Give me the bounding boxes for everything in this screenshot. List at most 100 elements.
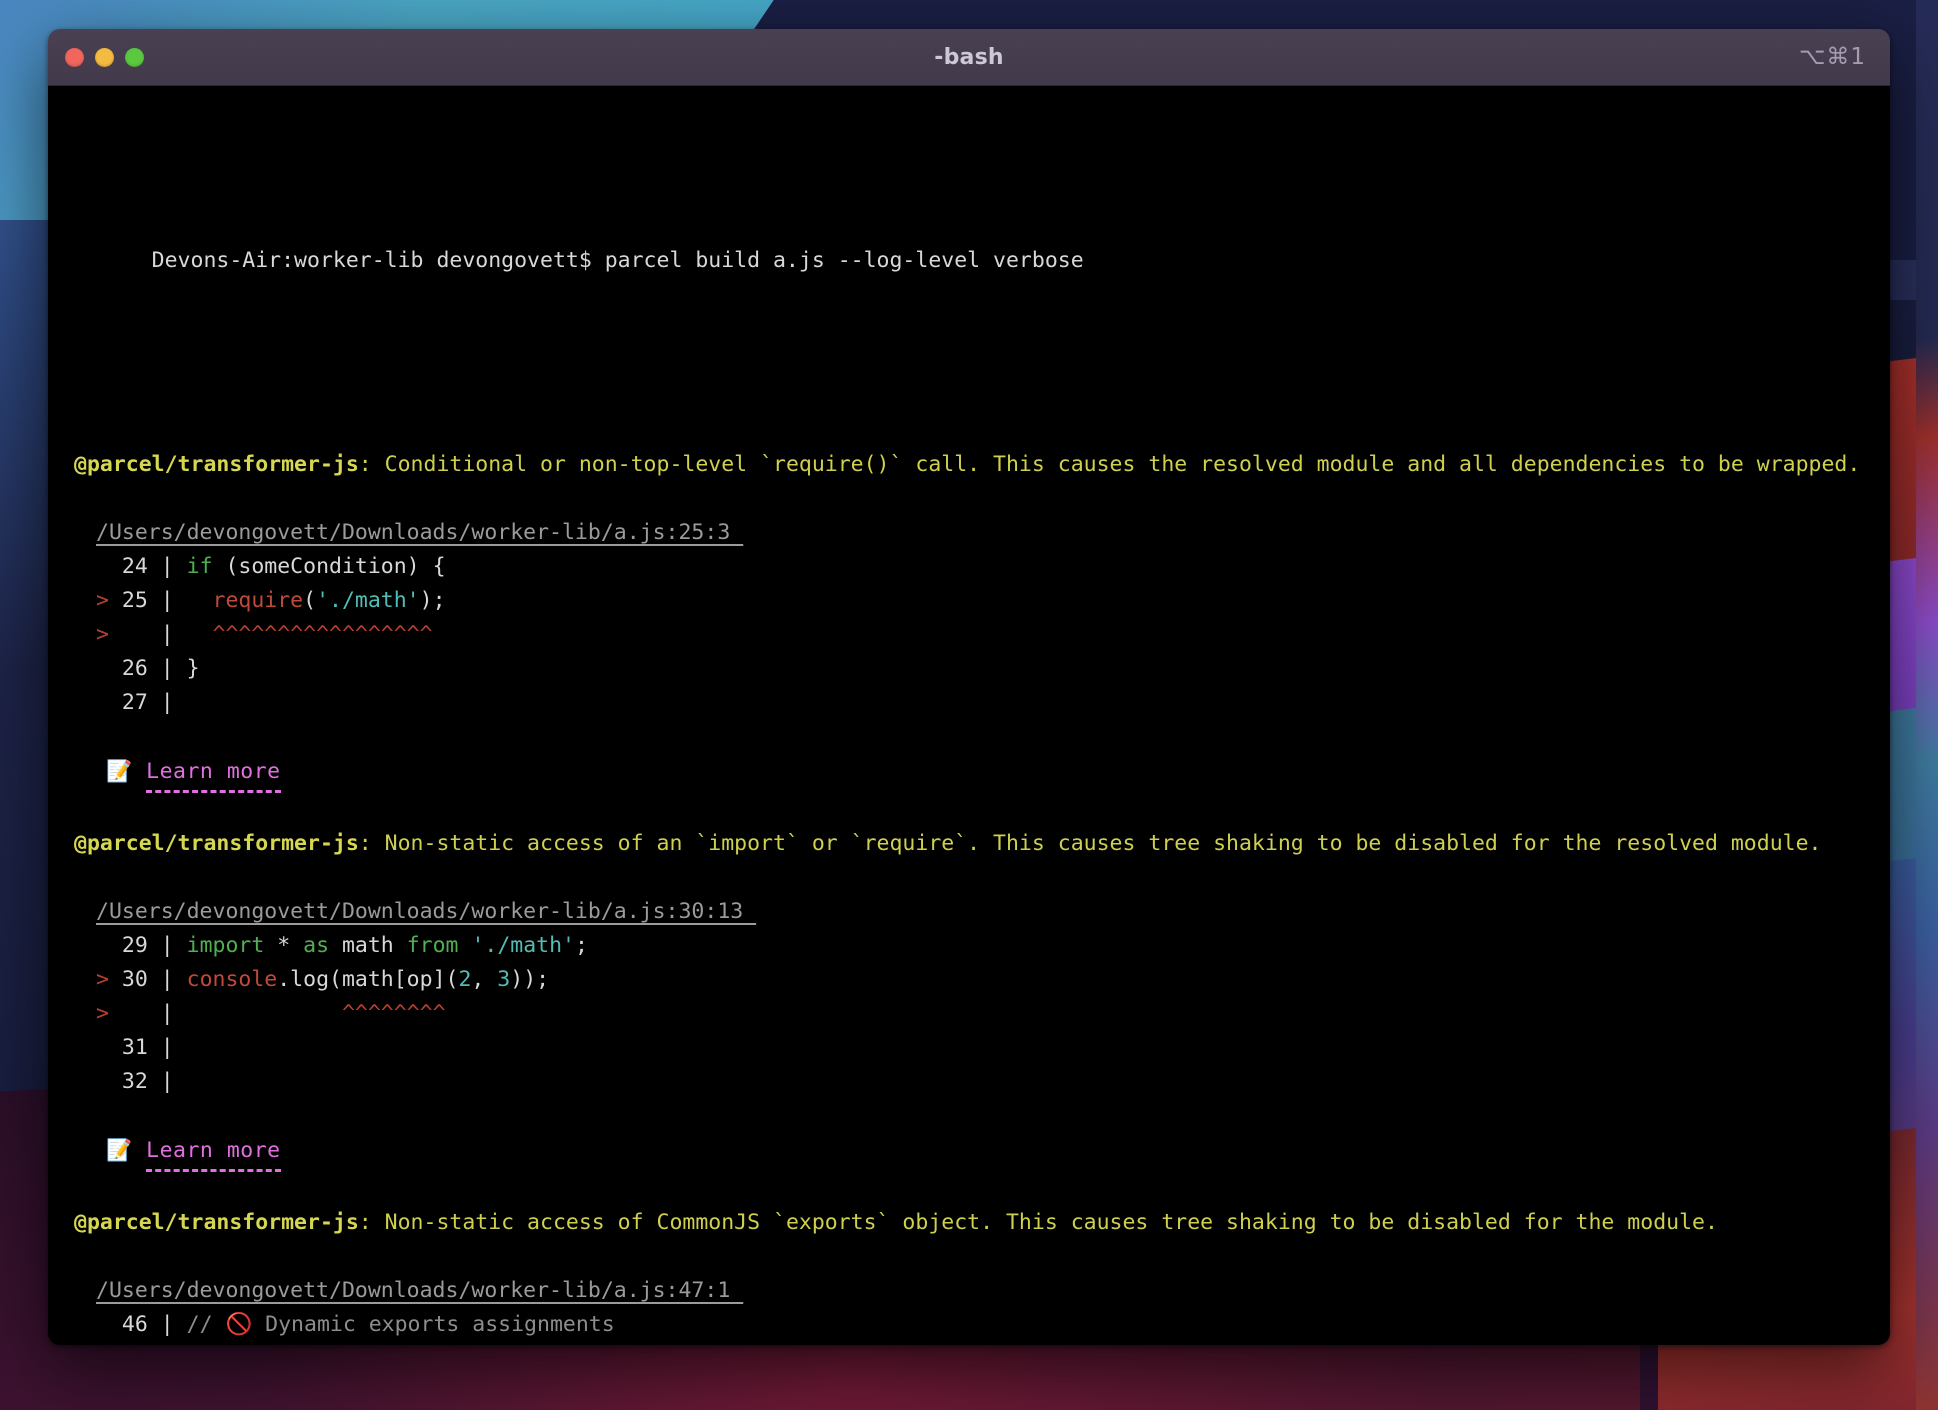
diagnostic-separator: : [359, 1210, 385, 1235]
code-token: ( [303, 588, 316, 613]
source-file-link[interactable]: /Users/devongovett/Downloads/worker-lib/… [96, 899, 756, 924]
code-line-marker: > [96, 588, 122, 613]
code-token: } [187, 656, 200, 681]
diagnostic-message: @parcel/transformer-js: Non-static acces… [74, 1206, 1864, 1240]
maximize-button-icon[interactable] [125, 48, 144, 67]
source-file-link[interactable]: /Users/devongovett/Downloads/worker-lib/… [96, 1278, 743, 1303]
code-line-marker: > [96, 967, 122, 992]
window-traffic-lights [65, 48, 144, 67]
code-token: 3 [497, 967, 510, 992]
code-token: math [329, 933, 407, 958]
code-token: import [187, 933, 265, 958]
code-token: ; [575, 933, 588, 958]
code-line-marker [96, 690, 122, 715]
code-token: )); [510, 967, 549, 992]
diagnostic-message: @parcel/transformer-js: Non-static acces… [74, 827, 1864, 861]
code-frame-line: 46 | // 🚫 Dynamic exports assignments [74, 1308, 1864, 1342]
code-token: as [303, 933, 329, 958]
code-token: './math' [471, 933, 575, 958]
spacer [74, 414, 1864, 448]
source-file-link-row: /Users/devongovett/Downloads/worker-lib/… [74, 1274, 1864, 1308]
code-token: require [213, 588, 304, 613]
minimize-button-icon[interactable] [95, 48, 114, 67]
code-frame-line: 27 | [74, 686, 1864, 720]
code-token: // 🚫 Dynamic exports assignments [187, 1312, 615, 1337]
code-token: ); [420, 588, 446, 613]
code-frame-line: 29 | import * as math from './math'; [74, 929, 1864, 963]
code-line-gutter-bar: | [148, 967, 187, 992]
code-frame-line: > 47 | exports[someVar] = 2; [74, 1342, 1864, 1345]
shell-command: parcel build a.js --log-level verbose [605, 248, 1084, 273]
code-token [458, 933, 471, 958]
code-line-gutter-bar: | [148, 554, 187, 579]
diagnostic-message-text: Non-static access of CommonJS `exports` … [385, 1210, 1718, 1235]
code-line-gutter-bar: | [148, 1069, 187, 1094]
window-titlebar[interactable]: -bash ⌥⌘1 [48, 29, 1890, 86]
terminal-window: -bash ⌥⌘1 Devons-Air:worker-lib devongov… [48, 29, 1890, 1345]
code-token: console [187, 967, 278, 992]
spacer [74, 861, 1864, 895]
learn-more-link[interactable]: Learn more [146, 755, 280, 793]
code-line-number: 29 [122, 933, 148, 958]
diagnostic-plugin-name: @parcel/transformer-js [74, 1210, 359, 1235]
diagnostic-separator: : [359, 831, 385, 856]
code-line-marker [96, 1312, 122, 1337]
code-frame-line: 32 | [74, 1065, 1864, 1099]
code-token: 2 [458, 967, 471, 992]
learn-more-row[interactable]: 📝 Learn more [74, 1133, 1864, 1172]
code-frame-line: 24 | if (someCondition) { [74, 550, 1864, 584]
source-file-link-row: /Users/devongovett/Downloads/worker-lib/… [74, 895, 1864, 929]
code-line-number: 32 [122, 1069, 148, 1094]
code-line-gutter-bar: | [148, 1035, 187, 1060]
code-token: './math' [316, 588, 420, 613]
code-line-number: 30 [122, 967, 148, 992]
code-line-number: 27 [122, 690, 148, 715]
code-frame-line: > 30 | console.log(math[op](2, 3)); [74, 963, 1864, 997]
spacer [74, 1172, 1864, 1206]
code-line-number: 31 [122, 1035, 148, 1060]
spacer [74, 793, 1864, 827]
code-frame-line: 31 | [74, 1031, 1864, 1065]
diagnostic-plugin-name: @parcel/transformer-js [74, 452, 359, 477]
close-button-icon[interactable] [65, 48, 84, 67]
code-line-number: 26 [122, 656, 148, 681]
code-line-gutter-bar: | [148, 1312, 187, 1337]
shell-prompt: Devons-Air:worker-lib devongovett$ [152, 248, 605, 273]
terminal-output-area[interactable]: Devons-Air:worker-lib devongovett$ parce… [48, 86, 1890, 1345]
code-line-number [122, 1001, 148, 1026]
diagnostic-message-text: Non-static access of an `import` or `req… [385, 831, 1822, 856]
diagnostic-plugin-name: @parcel/transformer-js [74, 831, 359, 856]
code-token: (someCondition) { [213, 554, 446, 579]
code-line-gutter-bar: | [148, 1001, 187, 1026]
code-token: from [407, 933, 459, 958]
code-token: ^^^^^^^^ [187, 1001, 446, 1026]
spacer [74, 1240, 1864, 1274]
code-line-number: 46 [122, 1312, 148, 1337]
code-frame-line: > | ^^^^^^^^^^^^^^^^^ [74, 618, 1864, 652]
window-shortcut-label: ⌥⌘1 [1799, 44, 1866, 70]
window-title: -bash [48, 45, 1890, 70]
code-line-number [122, 622, 148, 647]
code-frame-line: > 25 | require('./math'); [74, 584, 1864, 618]
learn-more-row[interactable]: 📝Learn more [74, 754, 1864, 793]
code-line-marker: > [96, 622, 122, 647]
code-token: * [264, 933, 303, 958]
code-token: ^^^^^^^^^^^^^^^^^ [187, 622, 433, 647]
code-line-gutter-bar: | [148, 690, 187, 715]
code-line-gutter-bar: | [148, 588, 187, 613]
code-token: , [471, 967, 497, 992]
code-token: if [187, 554, 213, 579]
diagnostic-message-text: Conditional or non-top-level `require()`… [385, 452, 1861, 477]
learn-more-link[interactable]: Learn more [146, 1134, 280, 1172]
code-line-marker [96, 933, 122, 958]
code-line-marker [96, 1035, 122, 1060]
code-line-gutter-bar: | [148, 622, 187, 647]
code-frame-line: > | ^^^^^^^^ [74, 997, 1864, 1031]
code-line-marker [96, 1069, 122, 1094]
memo-icon: 📝 [106, 1133, 132, 1167]
source-file-link[interactable]: /Users/devongovett/Downloads/worker-lib/… [96, 520, 743, 545]
code-line-marker [96, 554, 122, 579]
command-line: Devons-Air:worker-lib devongovett$ parce… [74, 210, 1864, 312]
diagnostic-message: @parcel/transformer-js: Conditional or n… [74, 448, 1864, 482]
code-frame-line: 26 | } [74, 652, 1864, 686]
